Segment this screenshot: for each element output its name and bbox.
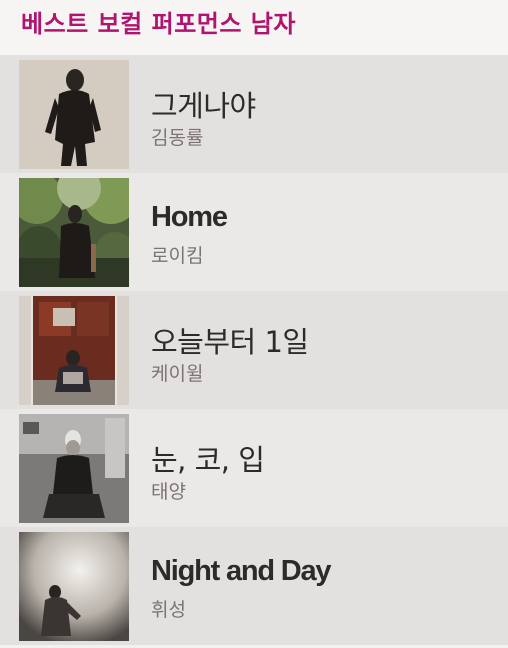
artist-name: 태양 (151, 481, 186, 503)
album-photo-1 (19, 60, 129, 169)
song-title: 오늘부터 1일 (151, 325, 309, 359)
nominee-row[interactable]: 그게나야 김동률 (0, 55, 508, 173)
song-title: Night and Day (151, 555, 332, 587)
album-photo-4 (19, 414, 129, 523)
artist-name: 휘성 (151, 599, 186, 621)
album-photo-2 (19, 178, 129, 287)
song-title: Home (151, 201, 228, 233)
page-title: 베스트 보컬 퍼포먼스 남자 (21, 10, 296, 38)
nominee-row[interactable]: 오늘부터 1일 케이윌 (0, 291, 508, 409)
nominee-row[interactable]: 눈, 코, 입 태양 (0, 409, 508, 527)
artist-name: 케이윌 (151, 363, 204, 385)
artist-name: 김동률 (151, 127, 204, 149)
artist-name: 로이킴 (151, 245, 204, 267)
song-title: 눈, 코, 입 (151, 443, 265, 477)
header-bar: 베스트 보컬 퍼포먼스 남자 (0, 0, 508, 55)
nominee-row[interactable]: Home 로이킴 (0, 173, 508, 291)
nominee-row[interactable]: Night and Day 휘성 (0, 527, 508, 645)
album-photo-3 (19, 296, 129, 405)
song-title: 그게나야 (151, 89, 256, 123)
album-photo-5 (19, 532, 129, 641)
nominee-list: 그게나야 김동률 Home 로이킴 오늘부터 1일 케이윌 눈, 코, 입 태양… (0, 55, 508, 645)
